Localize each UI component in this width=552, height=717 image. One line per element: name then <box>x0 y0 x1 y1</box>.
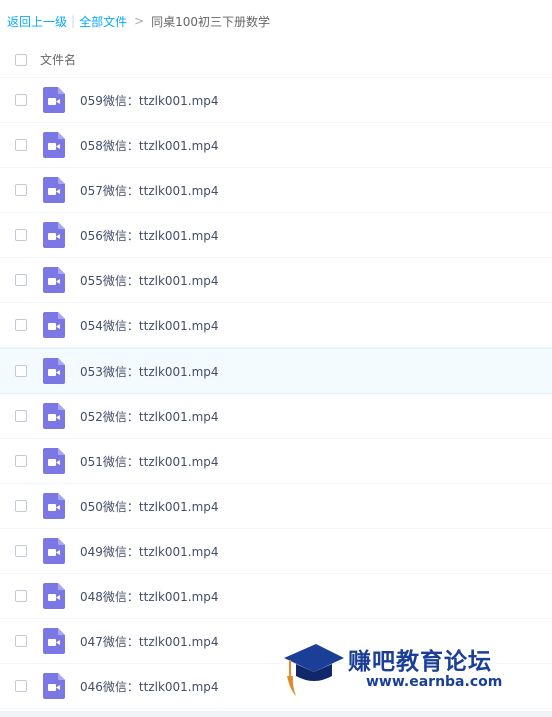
row-checkbox[interactable] <box>15 635 27 647</box>
file-row[interactable]: 059微信：ttzlk001.mp4 <box>0 78 552 123</box>
file-row[interactable]: 054微信：ttzlk001.mp4 <box>0 303 552 348</box>
watermark-url: www.earnba.com <box>366 674 503 690</box>
row-checkbox[interactable] <box>15 455 27 467</box>
file-name[interactable]: 059微信：ttzlk001.mp4 <box>80 92 219 109</box>
watermark-title: 赚吧教育论坛 <box>348 649 492 675</box>
file-list: 059微信：ttzlk001.mp4 058微信：ttzlk001.mp4 057微… <box>0 78 552 709</box>
file-row[interactable]: 048微信：ttzlk001.mp4 <box>0 574 552 619</box>
row-checkbox[interactable] <box>15 590 27 602</box>
video-file-icon <box>43 493 65 519</box>
file-name[interactable]: 049微信：ttzlk001.mp4 <box>80 543 219 560</box>
back-link[interactable]: 返回上一级 <box>7 13 67 30</box>
row-checkbox[interactable] <box>15 365 27 377</box>
file-name[interactable]: 055微信：ttzlk001.mp4 <box>80 272 219 289</box>
video-file-icon <box>43 132 65 158</box>
file-row[interactable]: 056微信：ttzlk001.mp4 <box>0 213 552 258</box>
video-file-icon <box>43 628 65 654</box>
list-header: 文件名 <box>0 42 552 78</box>
file-name[interactable]: 057微信：ttzlk001.mp4 <box>80 182 219 199</box>
file-row[interactable]: 057微信：ttzlk001.mp4 <box>0 168 552 213</box>
all-files-link[interactable]: 全部文件 <box>79 13 127 30</box>
file-name[interactable]: 058微信：ttzlk001.mp4 <box>80 137 219 154</box>
video-file-icon <box>43 87 65 113</box>
video-file-icon <box>43 673 65 699</box>
row-checkbox[interactable] <box>15 139 27 151</box>
video-file-icon <box>43 538 65 564</box>
row-checkbox[interactable] <box>15 94 27 106</box>
file-name[interactable]: 051微信：ttzlk001.mp4 <box>80 453 219 470</box>
video-file-icon <box>43 583 65 609</box>
current-folder: 同桌100初三下册数学 <box>151 14 271 29</box>
row-checkbox[interactable] <box>15 500 27 512</box>
file-row[interactable]: 051微信：ttzlk001.mp4 <box>0 439 552 484</box>
row-checkbox[interactable] <box>15 184 27 196</box>
row-checkbox[interactable] <box>15 545 27 557</box>
file-name[interactable]: 052微信：ttzlk001.mp4 <box>80 408 219 425</box>
watermark: 赚吧教育论坛 www.earnba.com <box>280 638 552 698</box>
file-name[interactable]: 056微信：ttzlk001.mp4 <box>80 227 219 244</box>
video-file-icon <box>43 448 65 474</box>
breadcrumb-separator: | <box>71 14 76 28</box>
row-checkbox[interactable] <box>15 319 27 331</box>
file-row[interactable]: 058微信：ttzlk001.mp4 <box>0 123 552 168</box>
file-row[interactable]: 055微信：ttzlk001.mp4 <box>0 258 552 303</box>
video-file-icon <box>43 222 65 248</box>
column-filename[interactable]: 文件名 <box>40 51 76 68</box>
select-all-checkbox[interactable] <box>15 53 27 66</box>
bottom-scrollbar-track <box>0 711 552 717</box>
breadcrumb-arrow: > <box>134 14 145 28</box>
file-name[interactable]: 047微信：ttzlk001.mp4 <box>80 633 219 650</box>
file-row[interactable]: 050微信：ttzlk001.mp4 <box>0 484 552 529</box>
file-row[interactable]: 052微信：ttzlk001.mp4 <box>0 394 552 439</box>
file-name[interactable]: 050微信：ttzlk001.mp4 <box>80 498 219 515</box>
file-name[interactable]: 054微信：ttzlk001.mp4 <box>80 317 219 334</box>
row-checkbox[interactable] <box>15 229 27 241</box>
video-file-icon <box>43 358 65 384</box>
video-file-icon <box>43 312 65 338</box>
breadcrumb: 返回上一级 | 全部文件 > 同桌100初三下册数学 <box>0 0 552 42</box>
row-checkbox[interactable] <box>15 680 27 692</box>
file-name[interactable]: 053微信：ttzlk001.mp4 <box>80 363 219 380</box>
video-file-icon <box>43 403 65 429</box>
row-checkbox[interactable] <box>15 410 27 422</box>
file-row[interactable]: 053微信：ttzlk001.mp4 <box>0 348 552 394</box>
video-file-icon <box>43 267 65 293</box>
file-row[interactable]: 049微信：ttzlk001.mp4 <box>0 529 552 574</box>
graduation-cap-logo <box>284 644 344 696</box>
file-name[interactable]: 046微信：ttzlk001.mp4 <box>80 678 219 695</box>
video-file-icon <box>43 177 65 203</box>
row-checkbox[interactable] <box>15 274 27 286</box>
file-name[interactable]: 048微信：ttzlk001.mp4 <box>80 588 219 605</box>
